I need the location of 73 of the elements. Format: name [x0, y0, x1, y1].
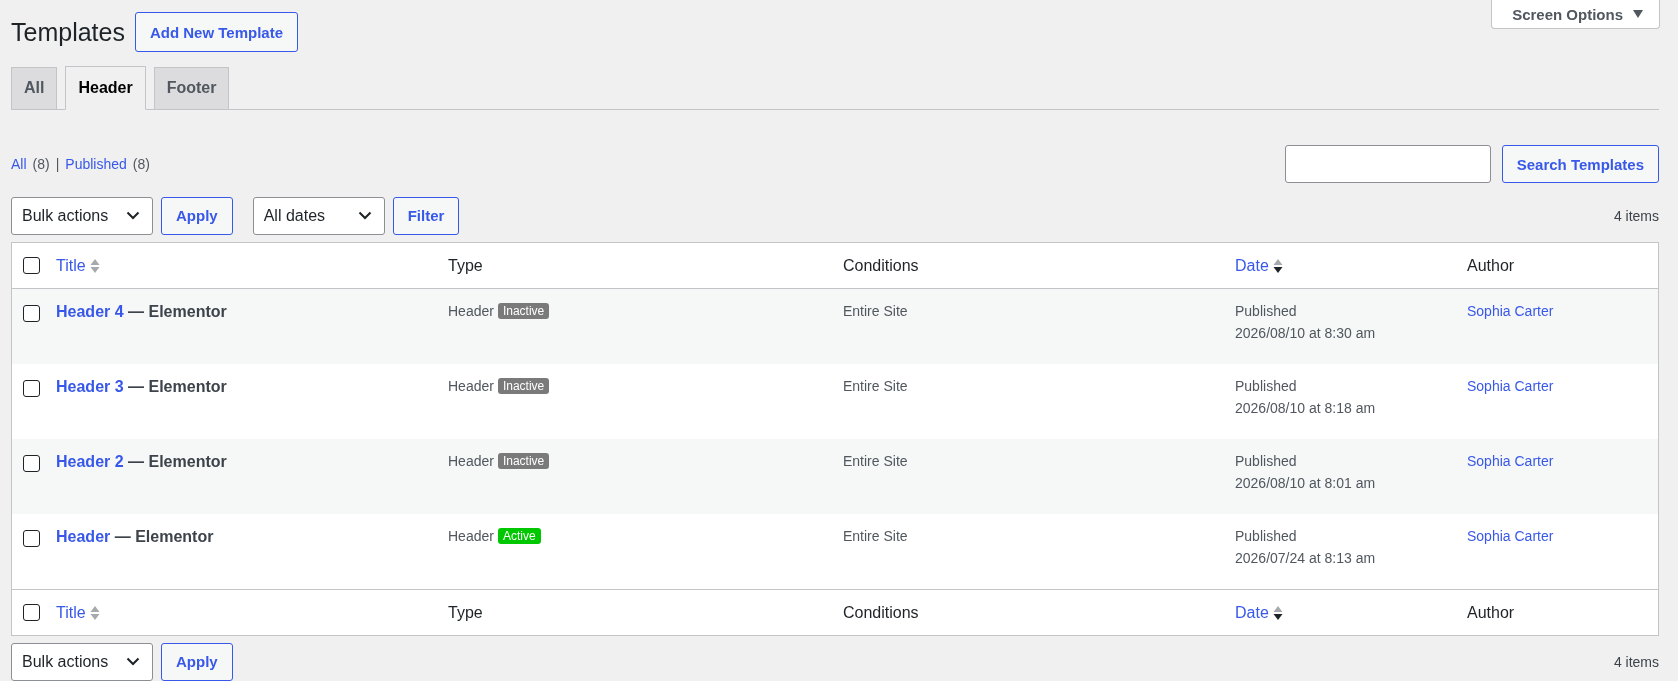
row-checkbox[interactable]	[23, 455, 40, 473]
column-header: Author	[1467, 256, 1515, 275]
template-type: Header	[448, 528, 494, 545]
view-link[interactable]: All	[11, 156, 27, 173]
template-link[interactable]: Header	[56, 528, 111, 546]
items-count: 4 items	[1613, 653, 1659, 670]
conditions-text: Entire Site	[843, 378, 909, 395]
column-header: Type	[448, 256, 483, 275]
screen-options-button[interactable]: Screen Options	[1491, 0, 1660, 29]
caret-icon	[1633, 10, 1643, 18]
column-header-link[interactable]: Title	[56, 256, 86, 275]
column-header: Type	[448, 603, 483, 622]
template-type: Header	[448, 378, 494, 395]
template-link[interactable]: Header 4	[56, 303, 124, 321]
chevron-down-icon	[126, 211, 140, 221]
template-title: Header 2 — Elementor	[56, 453, 228, 472]
add-new-template-button[interactable]: Add New Template	[134, 12, 299, 52]
author-link[interactable]: Sophia Carter	[1467, 378, 1658, 395]
tab[interactable]: Footer	[153, 66, 230, 110]
template-type: Header	[448, 303, 494, 320]
publish-date: 2026/08/10 at 8:01 am	[1235, 475, 1377, 492]
chevron-down-icon	[357, 211, 372, 221]
select-all-checkbox[interactable]	[23, 604, 40, 622]
tab[interactable]: All	[11, 66, 58, 110]
column-header: Conditions	[843, 603, 919, 622]
row-checkbox[interactable]	[23, 530, 40, 548]
author-link[interactable]: Sophia Carter	[1467, 303, 1658, 320]
search-templates-button[interactable]: Search Templates	[1501, 145, 1659, 184]
status-badge: Inactive	[497, 378, 550, 395]
author-link[interactable]: Sophia Carter	[1467, 528, 1658, 545]
template-title: Header 3 — Elementor	[56, 378, 228, 397]
bulk-actions-dropdown[interactable]: Bulk actions	[11, 196, 153, 235]
separator: |	[55, 156, 60, 173]
bulk-actions-dropdown[interactable]: Bulk actions	[11, 642, 153, 681]
page-title: Templates	[11, 18, 125, 47]
publish-date: 2026/08/10 at 8:30 am	[1235, 325, 1377, 342]
publish-date: 2026/08/10 at 8:18 am	[1235, 400, 1377, 417]
row-checkbox[interactable]	[23, 305, 40, 323]
column-header-link[interactable]: Title	[56, 603, 86, 622]
publish-status: Published	[1235, 303, 1298, 320]
template-title: Header 4 — Elementor	[56, 303, 228, 322]
status-badge: Active	[497, 528, 541, 545]
publish-status: Published	[1235, 528, 1298, 545]
conditions-text: Entire Site	[843, 453, 909, 470]
view-link[interactable]: Published	[65, 156, 127, 173]
template-title: Header — Elementor	[56, 528, 215, 547]
dates-dropdown[interactable]: All dates	[252, 196, 385, 235]
author-link[interactable]: Sophia Carter	[1467, 453, 1658, 470]
column-header-link[interactable]: Date	[1235, 256, 1269, 275]
items-count: 4 items	[1613, 207, 1659, 224]
conditions-text: Entire Site	[843, 528, 909, 545]
status-badge: Inactive	[497, 303, 550, 320]
column-header: Conditions	[843, 256, 919, 275]
conditions-text: Entire Site	[843, 303, 909, 320]
view-count: (8)	[132, 156, 150, 173]
apply-button[interactable]: Apply	[161, 196, 233, 235]
template-link[interactable]: Header 2	[56, 453, 124, 471]
apply-button[interactable]: Apply	[161, 642, 233, 681]
publish-date: 2026/07/24 at 8:13 am	[1235, 550, 1377, 567]
template-type: Header	[448, 453, 494, 470]
publish-status: Published	[1235, 453, 1298, 470]
select-all-checkbox[interactable]	[23, 257, 40, 275]
status-badge: Inactive	[497, 453, 550, 470]
row-checkbox[interactable]	[23, 380, 40, 398]
tab[interactable]: Header	[65, 65, 146, 110]
filter-button[interactable]: Filter	[392, 196, 460, 235]
publish-status: Published	[1235, 378, 1298, 395]
column-header: Author	[1467, 603, 1515, 622]
view-count: (8)	[32, 156, 50, 173]
column-header-link[interactable]: Date	[1235, 603, 1269, 622]
search-field[interactable]	[1284, 145, 1491, 184]
chevron-down-icon	[126, 657, 140, 667]
template-link[interactable]: Header 3	[56, 378, 124, 396]
